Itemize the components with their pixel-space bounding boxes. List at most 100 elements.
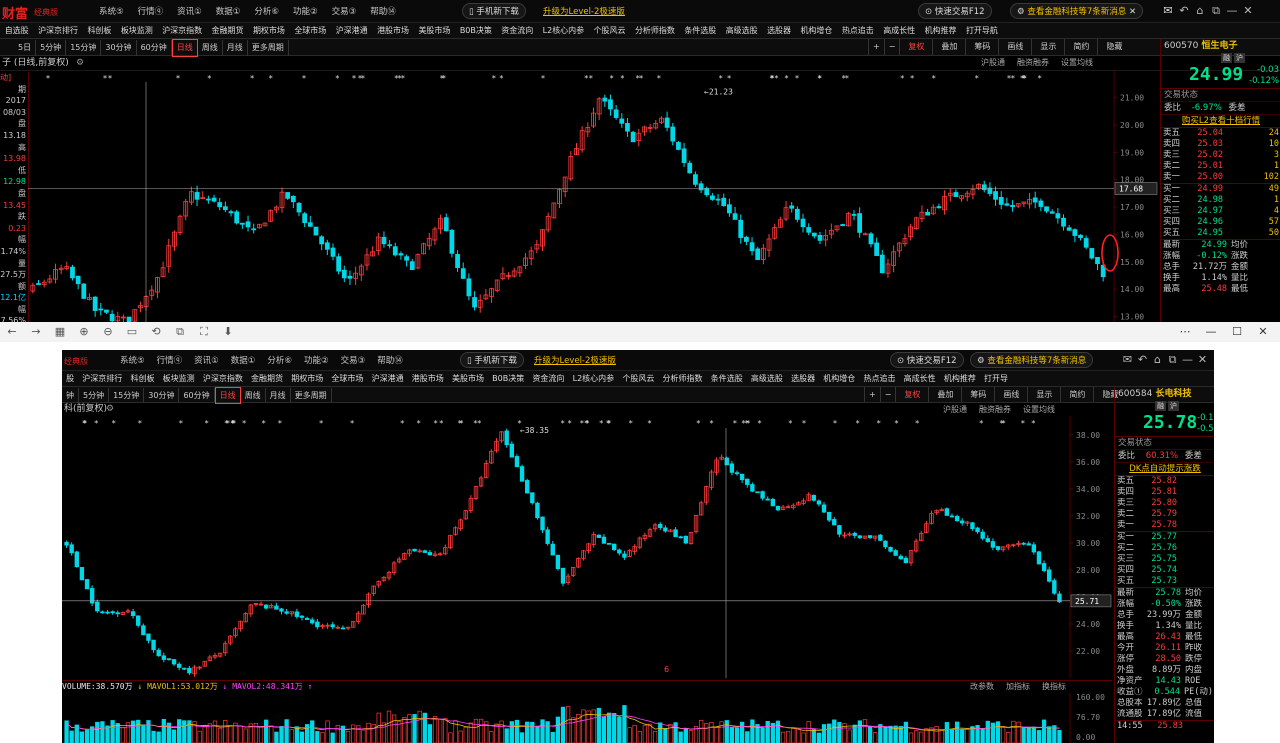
bottom-candle[interactable] (535, 501, 540, 520)
top-event-marker[interactable]: * (845, 74, 849, 83)
top-candle[interactable] (364, 248, 370, 271)
bottom-candle[interactable] (985, 535, 990, 543)
bottom-candle[interactable] (688, 531, 694, 545)
volume-link-1[interactable]: 加指标 (1000, 681, 1036, 693)
bottom-nav-item-1[interactable]: 沪深京排行 (78, 371, 126, 386)
top-candle[interactable] (449, 228, 455, 258)
bottom-candle[interactable] (202, 660, 207, 667)
bottom-candle[interactable] (954, 514, 960, 522)
top-candle[interactable] (1021, 201, 1027, 208)
sub-link-2[interactable]: 设置均线 (1055, 56, 1099, 70)
chart-tool-5[interactable]: 画线 (998, 39, 1031, 55)
bottom-candle[interactable] (719, 454, 724, 461)
bottom-candle[interactable] (499, 431, 504, 443)
bottom-event-marker[interactable]: * (833, 419, 837, 428)
menu-item-7[interactable]: 帮助⑭ (363, 5, 403, 17)
top-candle[interactable] (268, 209, 274, 223)
top-event-marker[interactable]: * (541, 74, 545, 83)
top-candle[interactable] (477, 294, 483, 313)
bottom-candle[interactable] (95, 599, 100, 613)
bottom-menu-item-6[interactable]: 交易③ (335, 354, 372, 366)
chart-tool-4[interactable]: 筹码 (965, 39, 998, 55)
top-candle[interactable] (1032, 191, 1038, 209)
top-candle[interactable] (653, 120, 659, 130)
top-candle[interactable] (891, 245, 897, 273)
top-candle[interactable] (557, 188, 562, 209)
bottom-menu-item-2[interactable]: 资讯① (188, 354, 225, 366)
bottom-candle[interactable] (356, 610, 361, 625)
top-candle[interactable] (642, 125, 647, 136)
top-event-marker[interactable]: * (46, 74, 50, 83)
bottom-candle[interactable] (652, 522, 658, 532)
top-candle[interactable] (98, 302, 104, 316)
zoom-in-icon[interactable]: ⊕ (72, 322, 96, 342)
bottom-candle[interactable] (84, 578, 90, 590)
top-settings-icon[interactable]: ⚙ (76, 56, 84, 70)
top-candle[interactable] (92, 296, 98, 317)
top-candle[interactable] (41, 279, 47, 288)
menu-item-6[interactable]: 交易③ (325, 5, 364, 17)
bottom-nav-item-17[interactable]: 高级选股 (747, 371, 787, 386)
top-candle[interactable] (676, 141, 681, 151)
top-candle[interactable] (58, 264, 64, 275)
top-candle[interactable] (409, 258, 415, 271)
top-event-marker[interactable]: * (657, 74, 661, 83)
volume-link-2[interactable]: 换指标 (1036, 681, 1072, 693)
period-tab-3[interactable]: 30分钟 (101, 40, 137, 56)
top-candle[interactable] (993, 186, 998, 206)
bottom-candle[interactable] (217, 652, 223, 658)
bottom-nav-item-2[interactable]: 科创板 (126, 371, 158, 386)
back-icon[interactable]: ← (0, 322, 24, 342)
top-candle[interactable] (727, 198, 732, 217)
top-candle[interactable] (217, 198, 223, 211)
top-event-marker[interactable]: * (440, 74, 444, 83)
top-candle[interactable] (132, 309, 138, 322)
bottom-mobile-download-button[interactable]: ▯ 手机新下载 (460, 352, 524, 368)
top-candle[interactable] (1083, 235, 1089, 250)
bottom-candle[interactable] (821, 502, 827, 514)
bottom-event-marker[interactable]: * (710, 419, 714, 428)
nav-item-11[interactable]: B0B决策 (455, 23, 496, 38)
bottom-nav-item-21[interactable]: 高成长性 (900, 371, 940, 386)
top-candle[interactable] (874, 237, 880, 256)
bottom-upgrade-link[interactable]: 升级为Level-2极速版 (534, 354, 616, 366)
top-candle[interactable] (228, 209, 234, 217)
top-candle[interactable] (517, 266, 523, 278)
top-candle[interactable] (319, 235, 325, 251)
bottom-candle[interactable] (780, 504, 786, 511)
bottom-chart-tool-0[interactable]: + (864, 387, 880, 402)
bottom-chart-tool-1[interactable]: − (879, 387, 896, 402)
bottom-candle[interactable] (340, 625, 346, 630)
top-candle[interactable] (47, 274, 53, 284)
nav-item-8[interactable]: 沪深港通 (331, 23, 372, 38)
top-candle[interactable] (828, 223, 834, 239)
bottom-candle[interactable] (801, 498, 806, 506)
top-candle[interactable] (862, 232, 868, 236)
bottom-event-marker[interactable]: * (232, 419, 236, 428)
top-event-marker[interactable]: * (1011, 74, 1015, 83)
bottom-event-marker[interactable]: * (350, 419, 354, 428)
bottom-candle[interactable] (151, 639, 156, 653)
top-event-marker[interactable]: * (1038, 74, 1042, 83)
top-candle[interactable] (296, 201, 302, 217)
top-candle[interactable] (630, 130, 636, 143)
period-tab-4[interactable]: 60分钟 (137, 40, 172, 56)
top-event-marker[interactable]: * (774, 74, 778, 83)
bottom-candle[interactable] (417, 548, 422, 553)
close-icon[interactable]: ✕ (1240, 4, 1256, 17)
top-candle[interactable] (166, 238, 172, 273)
bottom-candle[interactable] (862, 535, 868, 540)
bottom-candle[interactable] (1006, 543, 1011, 551)
top-candle[interactable] (466, 273, 472, 301)
top-candle[interactable] (953, 189, 959, 198)
bottom-event-marker[interactable]: * (473, 419, 477, 428)
top-candle[interactable] (942, 190, 947, 215)
top-candle[interactable] (744, 235, 749, 246)
bottom-candle[interactable] (489, 449, 494, 465)
top-candle[interactable] (1010, 200, 1015, 212)
menu-item-1[interactable]: 行情ⓠ (131, 5, 171, 17)
bottom-candle[interactable] (371, 585, 376, 596)
bottom-candle[interactable] (89, 585, 95, 606)
bottom-event-marker[interactable]: * (696, 419, 700, 428)
bottom-candle[interactable] (69, 542, 74, 556)
